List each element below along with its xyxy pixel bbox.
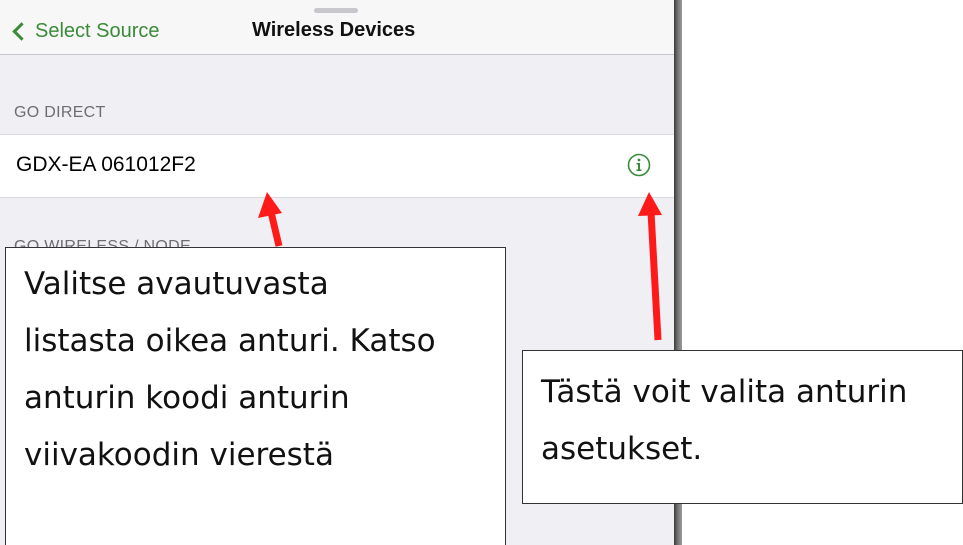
callout-line: asetukset. [541,431,703,467]
back-button[interactable]: Select Source [10,19,160,43]
info-icon[interactable] [627,153,651,177]
callout-line: anturin koodi anturin [24,380,350,416]
chevron-left-icon [12,21,31,41]
page-title: Wireless Devices [252,19,416,41]
callout-line: Tästä voit valita anturin [541,374,908,410]
page: Select Source Wireless Devices GO DIRECT… [0,0,963,545]
device-name: GDX-EA 061012F2 [16,153,196,176]
callout-line: Valitse avautuvasta [24,266,329,302]
section-header-go-direct: GO DIRECT [14,104,106,121]
callout-sensor-settings: Tästä voit valita anturin asetukset. [522,350,963,504]
callout-select-sensor: Valitse avautuvasta listasta oikea antur… [5,247,506,545]
back-button-label: Select Source [35,19,160,42]
drag-handle[interactable] [314,8,358,13]
callout-line: listasta oikea anturi. Katso [24,323,436,359]
callout-line: viivakoodin vierestä [24,437,334,473]
navigation-bar: Select Source Wireless Devices [0,0,674,55]
device-row[interactable]: GDX-EA 061012F2 [0,134,674,198]
